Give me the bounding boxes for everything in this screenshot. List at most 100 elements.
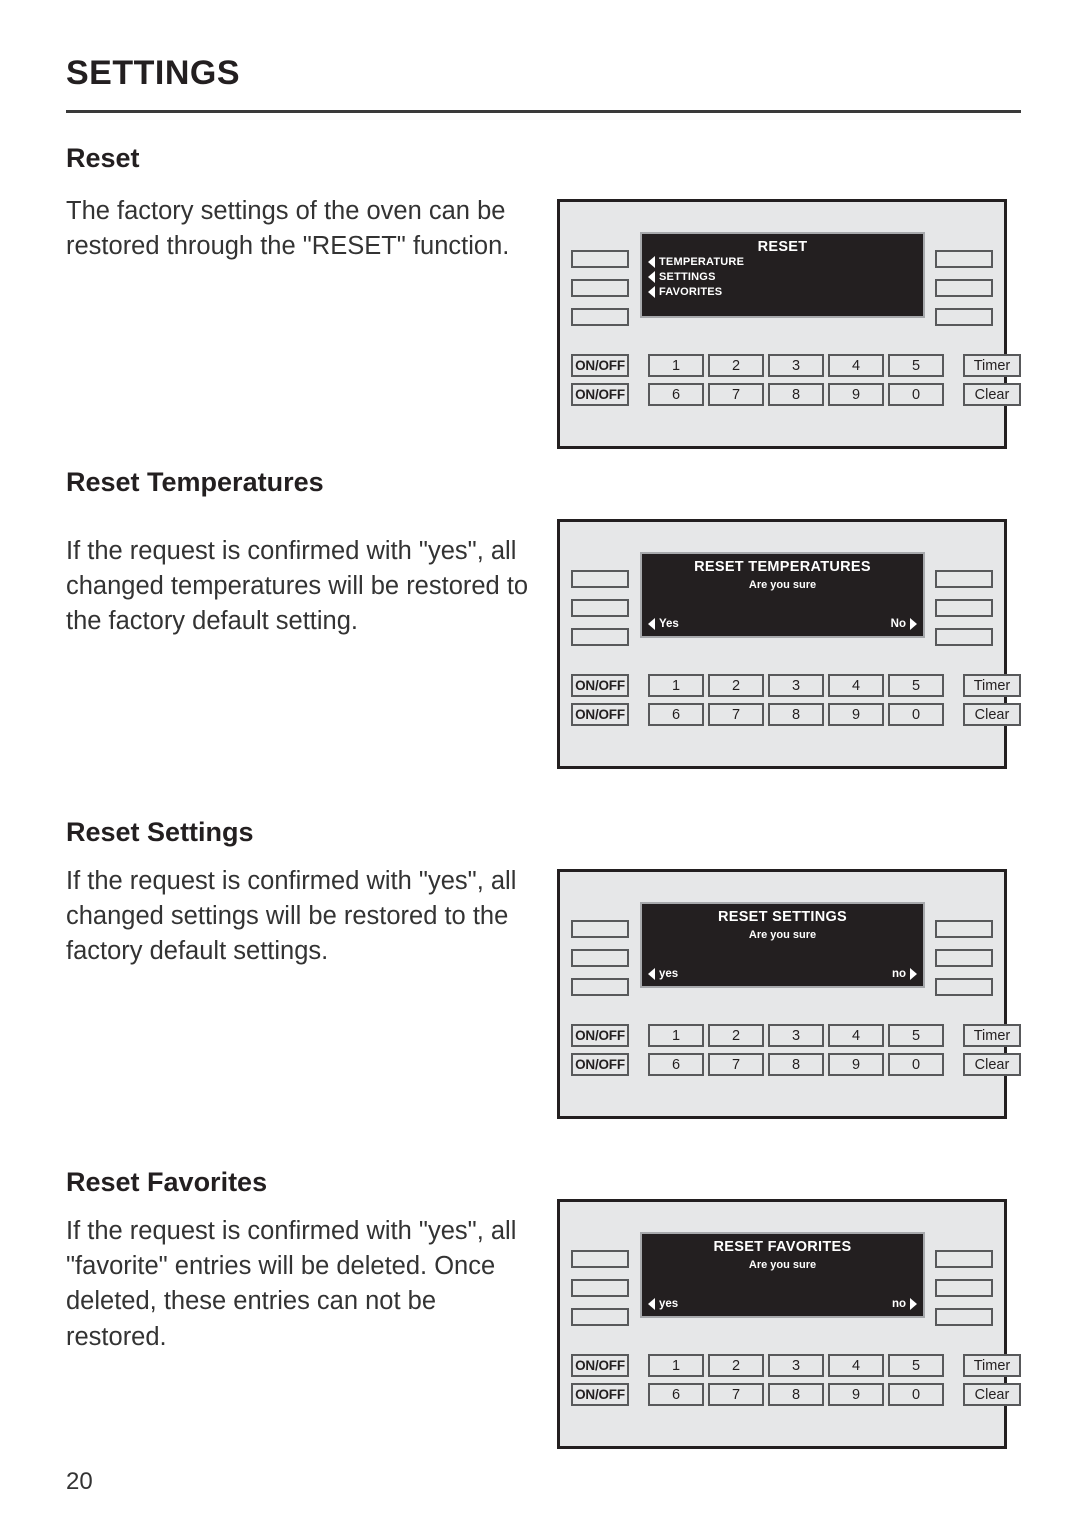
lcd-display: RESET FAVORITES Are you sure yes no	[642, 1234, 923, 1316]
left-soft-key-1[interactable]	[571, 920, 629, 938]
num-key-1[interactable]: 1	[648, 1354, 704, 1377]
num-key-6[interactable]: 6	[648, 1053, 704, 1076]
num-key-6[interactable]: 6	[648, 1383, 704, 1406]
right-soft-key-2[interactable]	[935, 279, 993, 297]
num-key-4[interactable]: 4	[828, 1024, 884, 1047]
clear-button[interactable]: Clear	[963, 1383, 1021, 1406]
timer-button[interactable]: Timer	[963, 1024, 1021, 1047]
num-key-4[interactable]: 4	[828, 674, 884, 697]
confirm-yes-option[interactable]: yes	[648, 1298, 678, 1310]
num-key-2[interactable]: 2	[708, 1354, 764, 1377]
num-key-6[interactable]: 6	[648, 703, 704, 726]
right-soft-key-group	[935, 250, 993, 326]
section-heading-reset-temperatures: Reset Temperatures	[66, 467, 324, 497]
num-key-8[interactable]: 8	[768, 1383, 824, 1406]
right-soft-key-3[interactable]	[935, 308, 993, 326]
right-soft-key-2[interactable]	[935, 949, 993, 967]
num-key-4[interactable]: 4	[828, 1354, 884, 1377]
right-soft-key-1[interactable]	[935, 250, 993, 268]
left-soft-key-3[interactable]	[571, 978, 629, 996]
num-key-8[interactable]: 8	[768, 383, 824, 406]
num-key-2[interactable]: 2	[708, 354, 764, 377]
number-row-1: 1 2 3 4 5	[648, 1024, 944, 1047]
right-soft-key-1[interactable]	[935, 570, 993, 588]
right-soft-key-3[interactable]	[935, 1308, 993, 1326]
num-key-0[interactable]: 0	[888, 703, 944, 726]
num-key-4[interactable]: 4	[828, 354, 884, 377]
num-key-0[interactable]: 0	[888, 383, 944, 406]
num-key-3[interactable]: 3	[768, 674, 824, 697]
num-key-6[interactable]: 6	[648, 383, 704, 406]
num-key-3[interactable]: 3	[768, 1024, 824, 1047]
left-soft-key-3[interactable]	[571, 308, 629, 326]
confirm-no-option[interactable]: no	[892, 1298, 917, 1310]
num-key-9[interactable]: 9	[828, 383, 884, 406]
num-key-3[interactable]: 3	[768, 1354, 824, 1377]
display-bezel: RESET TEMPERATURES Are you sure Yes No	[640, 552, 925, 638]
left-soft-key-1[interactable]	[571, 250, 629, 268]
clear-button[interactable]: Clear	[963, 1053, 1021, 1076]
confirm-no-label: no	[891, 968, 906, 980]
on-off-button-2[interactable]: ON/OFF	[571, 383, 629, 406]
left-soft-key-1[interactable]	[571, 570, 629, 588]
num-key-7[interactable]: 7	[708, 1383, 764, 1406]
left-soft-key-1[interactable]	[571, 1250, 629, 1268]
confirm-yes-option[interactable]: yes	[648, 968, 678, 980]
confirm-yes-option[interactable]: Yes	[648, 618, 679, 630]
on-off-button-1[interactable]: ON/OFF	[571, 354, 629, 377]
on-off-button-1[interactable]: ON/OFF	[571, 674, 629, 697]
num-key-7[interactable]: 7	[708, 383, 764, 406]
number-row-2: 6 7 8 9 0	[648, 383, 944, 406]
num-key-1[interactable]: 1	[648, 1024, 704, 1047]
on-off-button-1[interactable]: ON/OFF	[571, 1024, 629, 1047]
onoff-column: ON/OFF ON/OFF	[571, 1024, 629, 1076]
num-key-0[interactable]: 0	[888, 1053, 944, 1076]
right-soft-key-1[interactable]	[935, 1250, 993, 1268]
num-key-8[interactable]: 8	[768, 1053, 824, 1076]
num-key-0[interactable]: 0	[888, 1383, 944, 1406]
num-key-8[interactable]: 8	[768, 703, 824, 726]
menu-item-settings[interactable]: SETTINGS	[648, 271, 744, 283]
on-off-button-2[interactable]: ON/OFF	[571, 1383, 629, 1406]
num-key-5[interactable]: 5	[888, 1024, 944, 1047]
num-key-1[interactable]: 1	[648, 674, 704, 697]
on-off-button-2[interactable]: ON/OFF	[571, 1053, 629, 1076]
num-key-7[interactable]: 7	[708, 1053, 764, 1076]
function-keys: Timer Clear	[963, 674, 1021, 726]
timer-button[interactable]: Timer	[963, 1354, 1021, 1377]
left-soft-key-2[interactable]	[571, 599, 629, 617]
timer-button[interactable]: Timer	[963, 354, 1021, 377]
right-soft-key-2[interactable]	[935, 1279, 993, 1297]
menu-item-favorites[interactable]: FAVORITES	[648, 286, 744, 298]
left-soft-key-3[interactable]	[571, 628, 629, 646]
right-soft-key-3[interactable]	[935, 628, 993, 646]
right-soft-key-3[interactable]	[935, 978, 993, 996]
num-key-9[interactable]: 9	[828, 1383, 884, 1406]
left-soft-key-2[interactable]	[571, 279, 629, 297]
num-key-5[interactable]: 5	[888, 1354, 944, 1377]
num-key-2[interactable]: 2	[708, 674, 764, 697]
clear-button[interactable]: Clear	[963, 383, 1021, 406]
on-off-button-2[interactable]: ON/OFF	[571, 703, 629, 726]
right-soft-key-2[interactable]	[935, 599, 993, 617]
confirm-no-option[interactable]: no	[892, 968, 917, 980]
timer-button[interactable]: Timer	[963, 674, 1021, 697]
num-key-3[interactable]: 3	[768, 354, 824, 377]
menu-item-temperature[interactable]: TEMPERATURE	[648, 256, 744, 268]
right-soft-key-1[interactable]	[935, 920, 993, 938]
left-soft-key-2[interactable]	[571, 1279, 629, 1297]
on-off-button-1[interactable]: ON/OFF	[571, 1354, 629, 1377]
num-key-9[interactable]: 9	[828, 1053, 884, 1076]
confirm-no-option[interactable]: No	[891, 618, 917, 630]
left-soft-key-3[interactable]	[571, 1308, 629, 1326]
num-key-5[interactable]: 5	[888, 674, 944, 697]
num-key-2[interactable]: 2	[708, 1024, 764, 1047]
display-title: RESET	[757, 239, 808, 255]
arrow-right-icon	[910, 618, 917, 630]
num-key-5[interactable]: 5	[888, 354, 944, 377]
num-key-7[interactable]: 7	[708, 703, 764, 726]
num-key-9[interactable]: 9	[828, 703, 884, 726]
num-key-1[interactable]: 1	[648, 354, 704, 377]
left-soft-key-2[interactable]	[571, 949, 629, 967]
clear-button[interactable]: Clear	[963, 703, 1021, 726]
